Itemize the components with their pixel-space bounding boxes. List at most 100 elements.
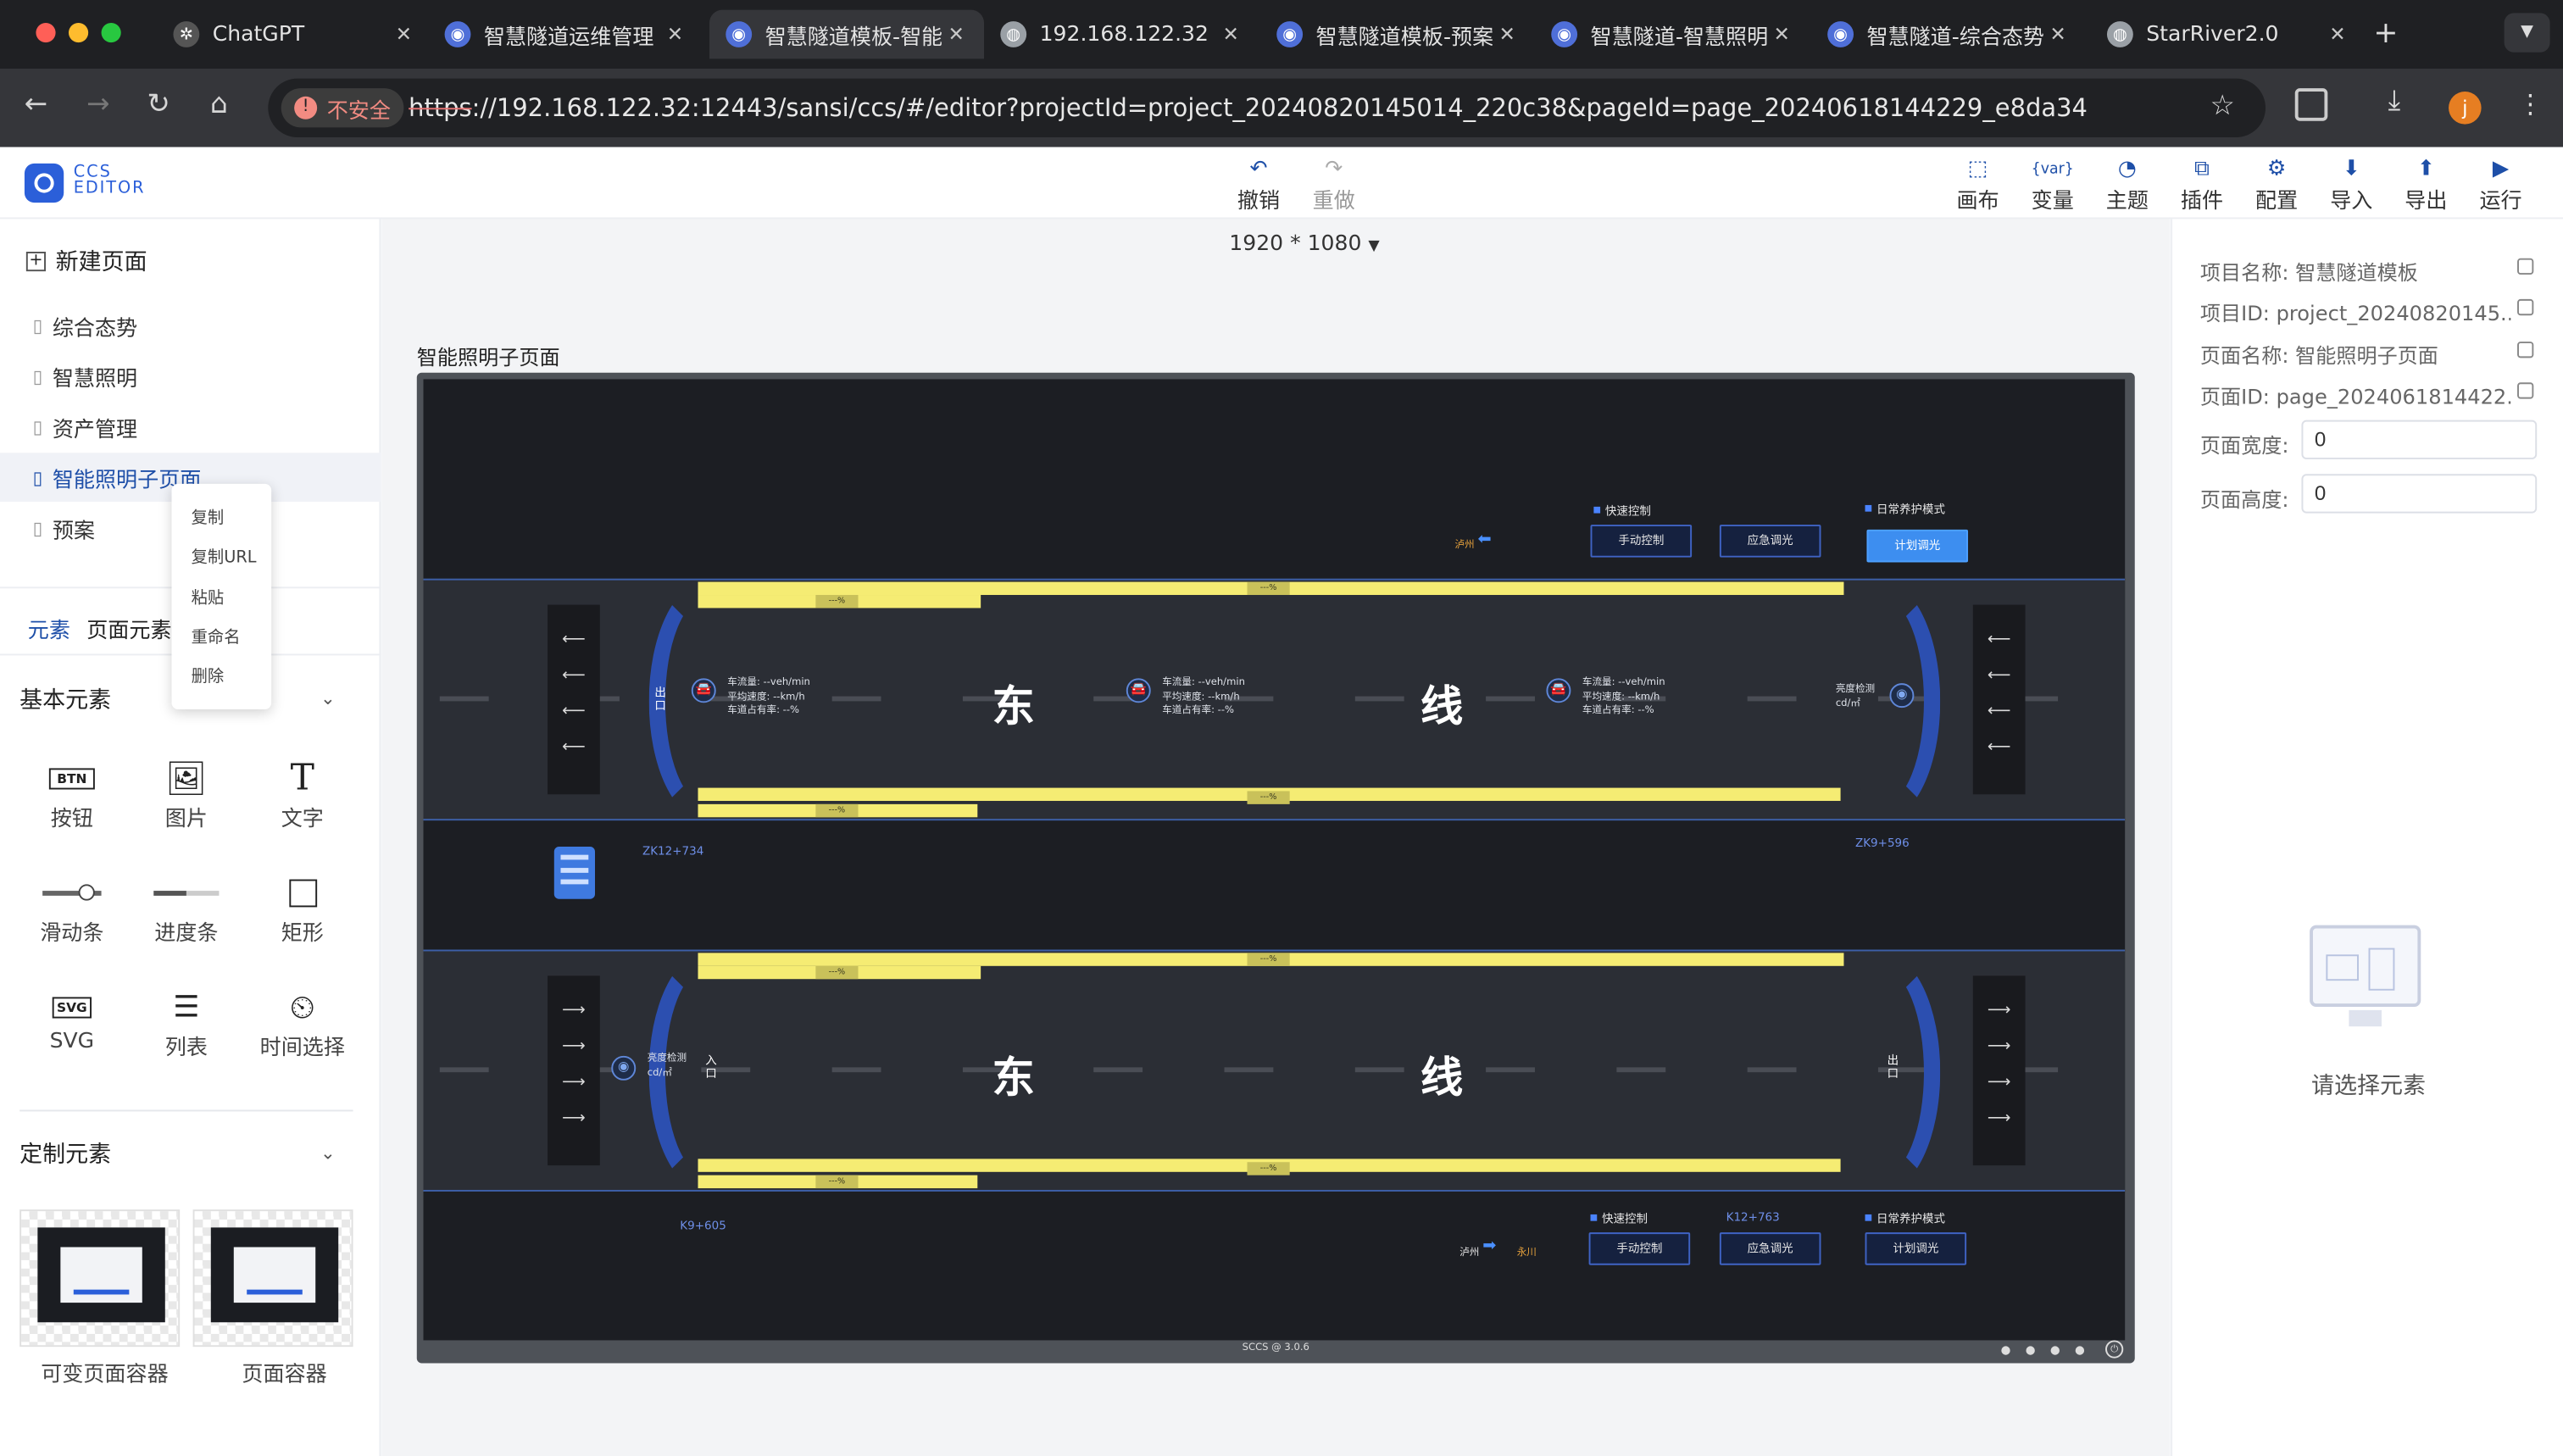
download-icon[interactable]: ⤓ (2388, 85, 2400, 118)
context-menu-item[interactable]: 复制 (192, 503, 225, 528)
manual-control-button[interactable]: 手动控制 (1588, 1232, 1691, 1265)
browser-tab[interactable]: ✲ ChatGPT ✕ (157, 10, 431, 59)
server-icon[interactable] (553, 847, 596, 899)
direction-char: 线 (1420, 1053, 1464, 1103)
browser-tab[interactable]: ◍ 192.168.122.32 ✕ (984, 10, 1259, 59)
tab-search-button[interactable]: ▼ (2504, 13, 2550, 53)
page-item[interactable]: ▯ 资产管理 (0, 402, 381, 451)
page-name-row: 页面名称: 智能照明子页面 (2199, 343, 2438, 368)
context-menu-item[interactable]: 复制URL (192, 543, 257, 568)
copy-icon[interactable] (2517, 298, 2534, 316)
browser-tab[interactable]: ◉ 智慧隧道-智慧照明 ✕ (1535, 10, 1810, 59)
back-icon[interactable]: ← (16, 88, 55, 121)
context-menu-item[interactable]: 粘贴 (192, 583, 225, 607)
element-button[interactable]: BTN 按钮 (23, 759, 121, 832)
exit-portal-label: 出口 (654, 686, 666, 713)
close-icon[interactable]: ✕ (1216, 23, 1246, 46)
toolbar-canvas-button[interactable]: ⬚ 画布 (1945, 157, 2010, 214)
copy-icon[interactable] (2517, 342, 2534, 358)
vehicle-detector-icon[interactable]: 🚘 (1546, 678, 1571, 703)
context-menu-item[interactable]: 删除 (192, 662, 225, 686)
close-window-button[interactable] (36, 23, 56, 43)
redo-button[interactable]: ↷ 重做 (1301, 157, 1366, 214)
new-page-button[interactable]: + 新建页面 (25, 245, 147, 278)
toolbar-plugins-button[interactable]: ⧉ 插件 (2169, 157, 2234, 214)
extensions-icon[interactable] (2294, 88, 2328, 121)
chevron-down-icon[interactable]: ⌄ (320, 688, 336, 709)
element-svg[interactable]: SVG SVG (23, 987, 121, 1054)
page-dots[interactable]: ●●●● (2001, 1343, 2100, 1356)
bookmark-star-icon[interactable]: ☆ (2210, 90, 2234, 123)
close-icon[interactable]: ✕ (2043, 23, 2073, 46)
url-text[interactable]: https://192.168.122.32:12443/sansi/ccs/#… (409, 93, 2088, 123)
tab-title: 智慧隧道模板-智能 (764, 25, 942, 50)
element-image[interactable]: 🖼 图片 (137, 759, 236, 832)
toolbar-config-button[interactable]: ⚙ 配置 (2244, 157, 2310, 214)
plan-dimming-button[interactable]: 计划调光 (1866, 529, 1969, 563)
chevron-down-icon[interactable]: ⌄ (320, 1142, 336, 1164)
copy-icon[interactable] (2517, 258, 2534, 275)
close-icon[interactable]: ✕ (660, 23, 690, 46)
address-bar[interactable]: ! 不安全 https://192.168.122.32:12443/sansi/… (268, 78, 2266, 138)
forward-icon[interactable]: → (79, 88, 118, 121)
browser-tab[interactable]: ◉ 智慧隧道模板-预案 ✕ (1260, 10, 1535, 59)
element-text[interactable]: T 文字 (253, 758, 352, 832)
emergency-dimming-button[interactable]: 应急调光 (1719, 525, 1821, 558)
tunnel-canvas[interactable]: 快速控制 日常养护模式 泸州 ⬅ 手动控制 应急调光 计划调光 ---% ---%… (423, 379, 2126, 1341)
vehicle-detector-icon[interactable]: 🚘 (1126, 678, 1151, 703)
close-icon[interactable]: ✕ (2323, 23, 2353, 46)
browser-tab[interactable]: ◉ 智慧隧道模板-智能 ✕ (709, 9, 985, 59)
custom-element-thumbnail[interactable] (19, 1209, 181, 1348)
undo-button[interactable]: ↶ 撤销 (1226, 157, 1291, 214)
custom-element-thumbnail[interactable] (192, 1209, 353, 1348)
manual-control-button[interactable]: 手动控制 (1590, 525, 1693, 558)
close-icon[interactable]: ✕ (1493, 23, 1522, 46)
toolbar-run-button[interactable]: ▶ 运行 (2468, 157, 2533, 214)
context-menu-item[interactable]: 重命名 (192, 623, 241, 647)
page-item[interactable]: ▯ 智慧照明 (0, 352, 381, 401)
lighting-level-label: ---% (815, 965, 859, 980)
resolution-selector[interactable]: 1920 * 1080 ▼ (1229, 232, 1379, 257)
reload-icon[interactable]: ↻ (139, 88, 178, 121)
element-slider[interactable]: 滑动条 (23, 873, 121, 947)
new-tab-button[interactable]: + (2373, 16, 2398, 51)
element-list[interactable]: ☰ 列表 (137, 987, 236, 1061)
copy-icon[interactable] (2517, 382, 2534, 399)
element-progress[interactable]: 进度条 (137, 873, 236, 947)
close-icon[interactable]: ✕ (389, 23, 419, 46)
home-icon[interactable]: ⌂ (199, 88, 238, 121)
tab-elements[interactable]: 元素 (28, 613, 70, 644)
brightness-sensor-icon[interactable]: ◉ (1889, 683, 1915, 709)
entry-portal-label: 入口 (705, 1053, 717, 1081)
empty-state-illustration (2310, 925, 2421, 1008)
close-icon[interactable]: ✕ (1767, 23, 1797, 46)
minimize-window-button[interactable] (69, 23, 89, 43)
tab-page-elements[interactable]: 页面元素 (86, 613, 171, 644)
close-icon[interactable]: ✕ (942, 23, 971, 46)
security-indicator[interactable]: ! 不安全 (281, 88, 404, 128)
toolbar-variables-button[interactable]: {var} 变量 (2020, 157, 2085, 214)
emergency-dimming-button[interactable]: 应急调光 (1719, 1232, 1821, 1265)
toolbar-theme-button[interactable]: ◔ 主题 (2094, 157, 2160, 214)
lane-dash (831, 1067, 881, 1073)
element-rect[interactable]: 矩形 (253, 873, 352, 947)
element-time-picker[interactable]: ⏲ 时间选择 (253, 987, 352, 1061)
maximize-window-button[interactable] (101, 23, 121, 43)
toolbar-export-button[interactable]: ⬆ 导出 (2393, 157, 2459, 214)
page-item[interactable]: ▯ 综合态势 (0, 301, 381, 350)
page-width-input[interactable] (2301, 420, 2538, 459)
properties-panel: 项目名称: 智慧隧道模板 项目ID: project_20240820145..… (2171, 219, 2563, 1456)
project-name-row: 项目名称: 智慧隧道模板 (2199, 259, 2418, 285)
power-icon[interactable]: ⏻ (2105, 1340, 2124, 1359)
browser-tab[interactable]: ◉ 智慧隧道运维管理 ✕ (428, 10, 703, 59)
custom-elements-title: 定制元素 (19, 1142, 112, 1169)
vehicle-detector-icon[interactable]: 🚘 (691, 678, 716, 703)
page-height-input[interactable] (2301, 474, 2538, 514)
profile-avatar[interactable]: j (2449, 92, 2482, 125)
browser-menu-icon[interactable]: ⋮ (2517, 88, 2544, 119)
plan-dimming-button[interactable]: 计划调光 (1865, 1232, 1967, 1265)
brightness-sensor-icon[interactable]: ◉ (611, 1055, 637, 1081)
toolbar-import-button[interactable]: ⬇ 导入 (2319, 157, 2384, 214)
browser-tab[interactable]: ◍ StarRiver2.0 ✕ (2091, 10, 2366, 59)
browser-tab[interactable]: ◉ 智慧隧道-综合态势 ✕ (1811, 10, 2086, 59)
